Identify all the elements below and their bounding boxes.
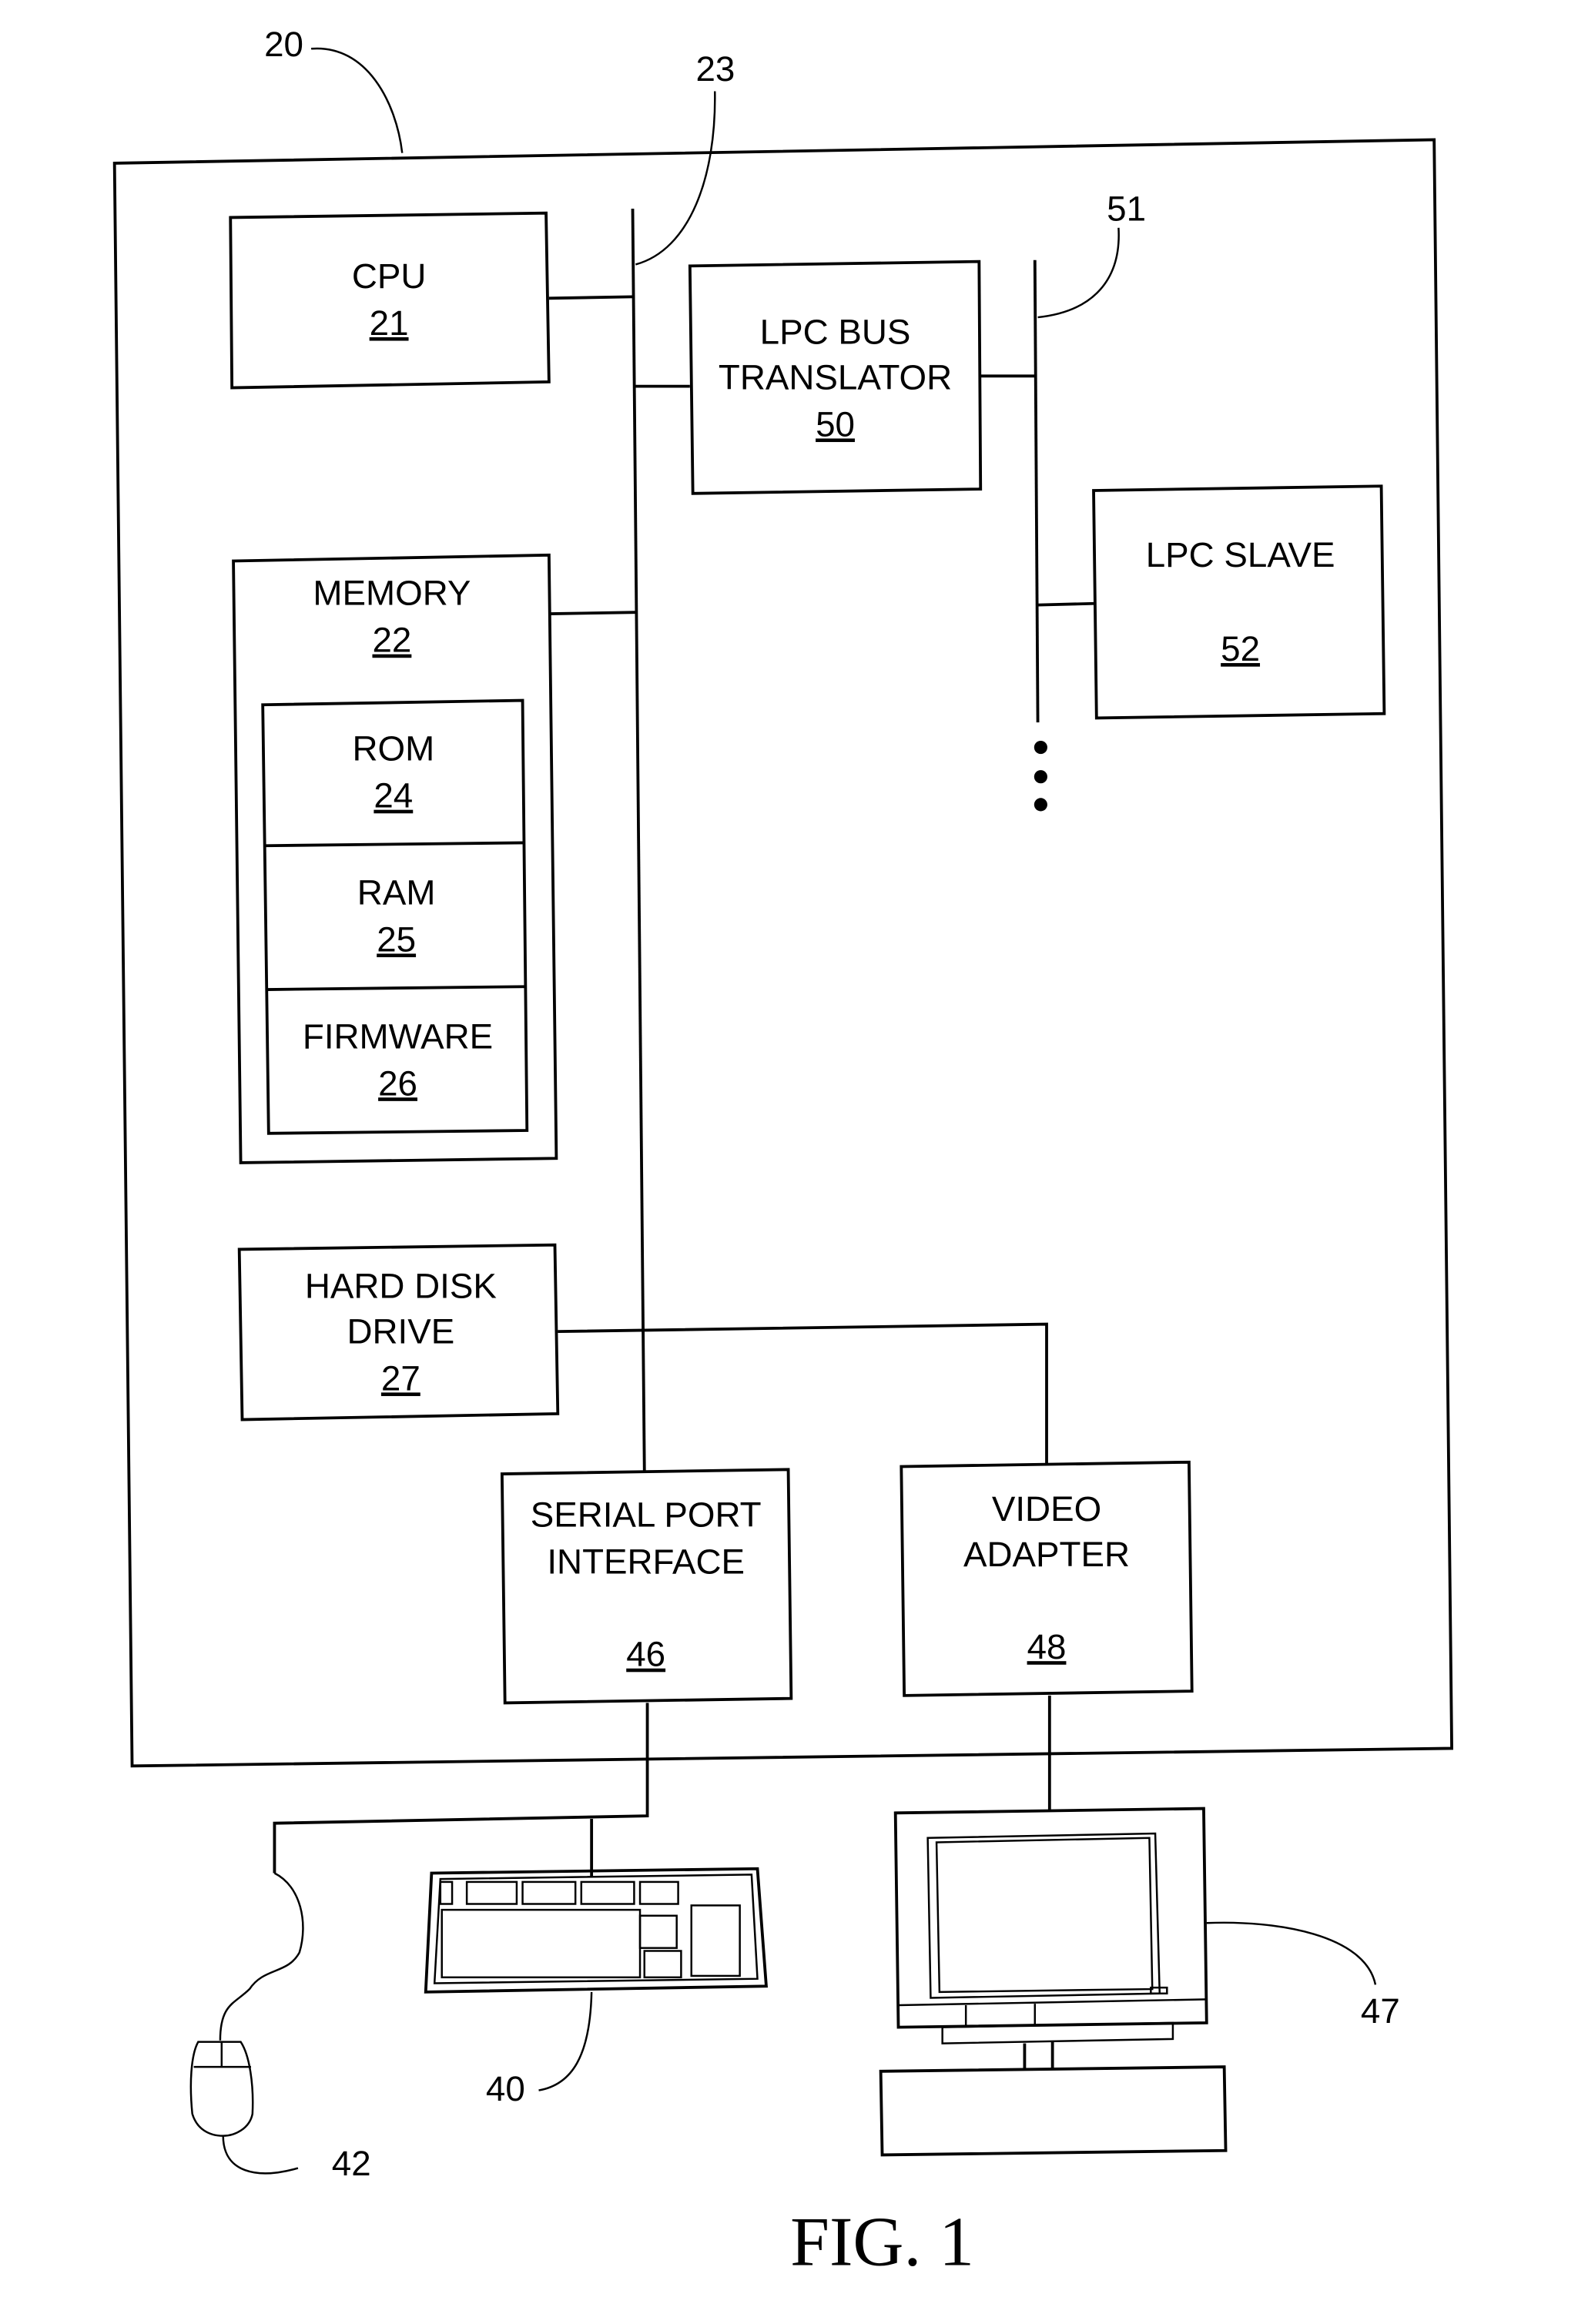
patent-figure: 20 23 CPU 21 LPC BUS TRANSLATOR 50 51 LP… xyxy=(112,25,1454,2280)
lpc-translator-number: 50 xyxy=(816,404,855,444)
hdd-video-connector xyxy=(558,1322,1048,1464)
ram-label: RAM xyxy=(357,872,436,912)
system-bus xyxy=(631,209,646,1472)
video-adapter-number: 48 xyxy=(1027,1627,1067,1666)
monitor-icon xyxy=(879,1807,1228,2157)
cpu-block: CPU 21 xyxy=(229,211,551,390)
serial-port-line2: INTERFACE xyxy=(547,1542,745,1582)
hdd-block: HARD DISK DRIVE 27 xyxy=(237,1243,560,1422)
serial-port-number: 46 xyxy=(626,1635,665,1674)
ellipsis-dot xyxy=(1034,770,1047,784)
ref-23: 23 xyxy=(695,49,735,89)
ram-firmware-divider xyxy=(266,985,526,991)
ellipsis-dot xyxy=(1034,798,1047,812)
firmware-label: FIRMWARE xyxy=(303,1016,493,1056)
lpc-translator-block: LPC BUS TRANSLATOR 50 xyxy=(688,260,983,495)
leader-47 xyxy=(1206,1921,1377,1985)
lpc-bus xyxy=(1033,260,1040,723)
ram-number: 25 xyxy=(377,919,416,959)
computer-base xyxy=(879,2065,1228,2157)
leader-42 xyxy=(222,2135,299,2175)
leader-20 xyxy=(310,47,404,153)
lpc-slave-label: LPC SLAVE xyxy=(1146,535,1335,574)
slave-bus-connector xyxy=(1037,601,1094,607)
serial-port-line1: SERIAL PORT xyxy=(531,1495,762,1535)
memory-block: MEMORY 22 ROM 24 RAM 25 FIRMWARE 26 xyxy=(232,553,558,1164)
leader-23 xyxy=(635,91,716,266)
hdd-number: 27 xyxy=(381,1358,420,1398)
keyboard-icon xyxy=(424,1867,769,1994)
lpc-slave-block: LPC SLAVE 52 xyxy=(1092,484,1386,720)
firmware-number: 26 xyxy=(378,1063,417,1103)
video-adapter-block: VIDEO ADAPTER 48 xyxy=(900,1460,1194,1697)
lpc-slave-number: 52 xyxy=(1221,629,1260,668)
ref-40: 40 xyxy=(486,2069,525,2108)
lpc-translator-line1: LPC BUS xyxy=(760,312,911,351)
cpu-bus-connector xyxy=(548,295,633,300)
leader-51 xyxy=(1037,227,1120,319)
rom-number: 24 xyxy=(374,776,413,815)
mouse-icon xyxy=(189,2041,254,2137)
rom-label: ROM xyxy=(352,729,434,769)
rom-ram-divider xyxy=(265,841,524,848)
video-adapter-line1: VIDEO xyxy=(992,1489,1101,1529)
hdd-line1: HARD DISK xyxy=(305,1266,497,1305)
ref-51: 51 xyxy=(1107,189,1146,228)
serial-port-block: SERIAL PORT INTERFACE 46 xyxy=(500,1468,793,1705)
cpu-number: 21 xyxy=(370,303,409,343)
mouse-cable xyxy=(219,1872,304,2041)
ref-20: 20 xyxy=(264,25,303,64)
memory-label: MEMORY xyxy=(313,574,471,613)
leader-40 xyxy=(538,1991,593,2091)
figure-caption: FIG. 1 xyxy=(790,2202,974,2280)
cpu-label: CPU xyxy=(352,256,427,296)
ellipsis-dot xyxy=(1034,740,1047,755)
hdd-line2: DRIVE xyxy=(347,1311,454,1351)
ref-47: 47 xyxy=(1361,1991,1400,2031)
lpc-translator-line2: TRANSLATOR xyxy=(719,357,952,397)
memory-bus-connector xyxy=(550,611,636,615)
video-adapter-line2: ADAPTER xyxy=(963,1535,1130,1574)
ref-42: 42 xyxy=(332,2144,371,2183)
memory-number: 22 xyxy=(372,621,411,660)
